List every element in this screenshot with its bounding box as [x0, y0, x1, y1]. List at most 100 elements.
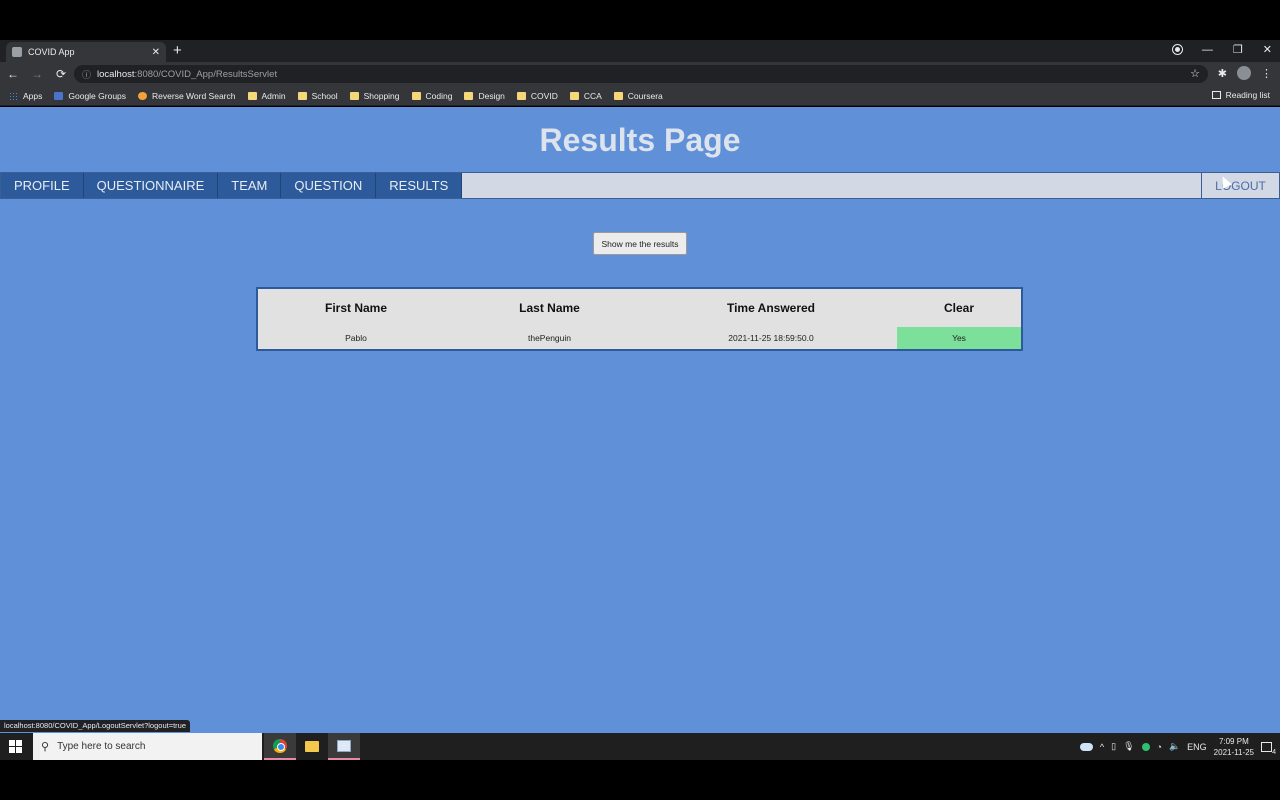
minimize-button[interactable]: —: [1202, 44, 1213, 56]
site-navbar: PROFILE QUESTIONNAIRE TEAM QUESTION RESU…: [0, 172, 1280, 199]
bookmark-label: Apps: [23, 90, 43, 101]
header-last-name: Last Name: [519, 301, 580, 315]
screen-border-top: [0, 0, 1280, 40]
header-time-answered: Time Answered: [726, 301, 816, 315]
onedrive-icon[interactable]: [1079, 742, 1093, 751]
nav-team[interactable]: TEAM: [218, 173, 282, 198]
reverse-icon: [138, 91, 148, 100]
browser-tabstrip: COVID App ✕ + — ❐ ✕: [0, 40, 1280, 62]
nav-profile[interactable]: PROFILE: [1, 173, 84, 198]
new-tab-button[interactable]: +: [173, 43, 182, 59]
page-content: Results Page PROFILE QUESTIONNAIRE TEAM …: [0, 107, 1280, 733]
device-icon[interactable]: ▯: [1111, 741, 1116, 752]
search-icon: ⚲: [41, 741, 50, 753]
page-title: Results Page: [539, 122, 741, 158]
folder-icon: [411, 91, 421, 100]
bookmark-label: Google Groups: [68, 90, 127, 101]
groups-icon: [54, 91, 64, 100]
bookmark-item[interactable]: School: [297, 90, 338, 101]
network-icon[interactable]: ◔: [1157, 742, 1162, 752]
site-info-icon[interactable]: ⓘ: [82, 68, 91, 81]
notification-count: 4: [1272, 748, 1276, 756]
bookmark-label: Reverse Word Search: [152, 90, 236, 101]
bookmark-item[interactable]: CCA: [569, 90, 602, 101]
bookmark-item[interactable]: Admin: [247, 91, 286, 101]
folder-icon: [247, 91, 257, 100]
bookmark-item[interactable]: Google Groups: [54, 91, 126, 101]
extensions-icon[interactable]: ✱: [1218, 67, 1227, 80]
folder-icon: [349, 91, 359, 100]
status-dot-icon[interactable]: [1141, 742, 1150, 751]
clock-time: 7:09 PM: [1218, 736, 1249, 746]
reading-list-button[interactable]: Reading list: [1211, 90, 1270, 100]
language-indicator[interactable]: ENG: [1187, 742, 1207, 752]
bookmark-item[interactable]: Coding: [411, 90, 453, 101]
screen-border-bottom: [0, 760, 1280, 800]
notification-center-icon[interactable]: 4: [1261, 741, 1276, 756]
clock-date: 2021-11-25: [1213, 747, 1254, 757]
address-bar[interactable]: ⓘ localhost :8080/COVID_App/ResultsServl…: [74, 65, 1208, 83]
microphone-icon[interactable]: 🎙: [1123, 741, 1134, 752]
browser-toolbar: ← → ⟳ ⓘ localhost :8080/COVID_App/Result…: [0, 62, 1280, 86]
bookmark-label: CCA: [583, 90, 602, 101]
table-header-row: First Name Last Name Time Answered Clear: [258, 289, 1021, 327]
tray-overflow-icon[interactable]: ^: [1100, 742, 1104, 752]
results-table: First Name Last Name Time Answered Clear…: [256, 287, 1023, 351]
url-host: localhost: [97, 68, 135, 80]
forward-button[interactable]: →: [26, 67, 48, 81]
folder-icon: [569, 91, 579, 100]
bookmark-item[interactable]: COVID: [516, 91, 558, 101]
taskbar-file-explorer[interactable]: [296, 733, 328, 760]
bookmark-item[interactable]: Coursera: [613, 90, 663, 101]
taskbar-clock[interactable]: 7:09 PM 2021-11-25: [1214, 736, 1254, 758]
bookmark-label: Coursera: [627, 90, 663, 101]
browser-menu-icon[interactable]: ⋮: [1261, 67, 1272, 80]
bookmark-label: Design: [478, 90, 505, 101]
close-window-button[interactable]: ✕: [1263, 43, 1272, 56]
reload-button[interactable]: ⟳: [50, 67, 72, 81]
app-window-icon: [337, 739, 351, 752]
folder-icon: [516, 91, 526, 100]
taskbar-app[interactable]: [328, 733, 360, 760]
bookmark-item[interactable]: Reverse Word Search: [138, 90, 236, 101]
apps-icon: [9, 91, 18, 100]
volume-icon[interactable]: 🔈: [1169, 741, 1180, 752]
page-favicon-icon: [12, 47, 22, 57]
tab-title: COVID App: [28, 47, 75, 57]
windows-taskbar: ⚲ Type here to search ^ ▯ 🎙 ◔ 🔈 ENG 7:09…: [0, 733, 1280, 760]
bookmark-label: School: [311, 90, 338, 101]
logout-button[interactable]: LOGOUT: [1201, 173, 1279, 198]
cell-first-name: Pablo: [345, 333, 367, 343]
nav-question[interactable]: QUESTION: [281, 173, 377, 198]
back-button[interactable]: ←: [2, 67, 24, 81]
cell-clear-status: Yes: [897, 327, 1021, 349]
profile-avatar[interactable]: [1237, 66, 1251, 80]
bookmark-label: Coding: [425, 90, 453, 101]
header-clear: Clear: [943, 301, 975, 315]
bookmark-star-icon[interactable]: ☆: [1190, 67, 1200, 80]
url-path: :8080/COVID_App/ResultsServlet: [134, 68, 278, 80]
nav-results[interactable]: RESULTS: [376, 173, 463, 198]
bookmarks-bar: Apps Google Groups Reverse Word Search Admi…: [0, 86, 1280, 106]
toolbar-actions: ✱ ⋮: [1218, 66, 1272, 80]
table-row: Pablo thePenguin 2021-11-25 18:59:50.0 Y…: [258, 327, 1021, 349]
restore-button[interactable]: ❐: [1233, 43, 1243, 56]
nav-questionnaire[interactable]: QUESTIONNAIRE: [83, 173, 219, 198]
browser-tab[interactable]: COVID App ✕: [6, 42, 166, 62]
status-bar-url: localhost:8080/COVID_App/LogoutServlet?l…: [0, 720, 190, 732]
taskbar-search[interactable]: ⚲ Type here to search: [33, 733, 262, 760]
folder-icon: [297, 91, 307, 100]
window-controls: — ❐ ✕: [1172, 43, 1272, 56]
windows-start-icon[interactable]: [9, 740, 22, 753]
tab-close-icon[interactable]: ✕: [152, 47, 160, 58]
cell-last-name: thePenguin: [527, 333, 571, 343]
bookmark-item[interactable]: Shopping: [349, 91, 400, 101]
show-results-button[interactable]: Show me the results: [593, 232, 687, 255]
bookmark-item[interactable]: Apps: [9, 91, 42, 101]
folder-icon: [613, 91, 623, 100]
file-explorer-icon: [305, 741, 319, 752]
taskbar-chrome[interactable]: [264, 733, 296, 760]
profile-indicator-icon[interactable]: [1172, 45, 1182, 54]
bookmark-item[interactable]: Design: [464, 90, 505, 101]
taskbar-search-placeholder: Type here to search: [57, 741, 146, 752]
